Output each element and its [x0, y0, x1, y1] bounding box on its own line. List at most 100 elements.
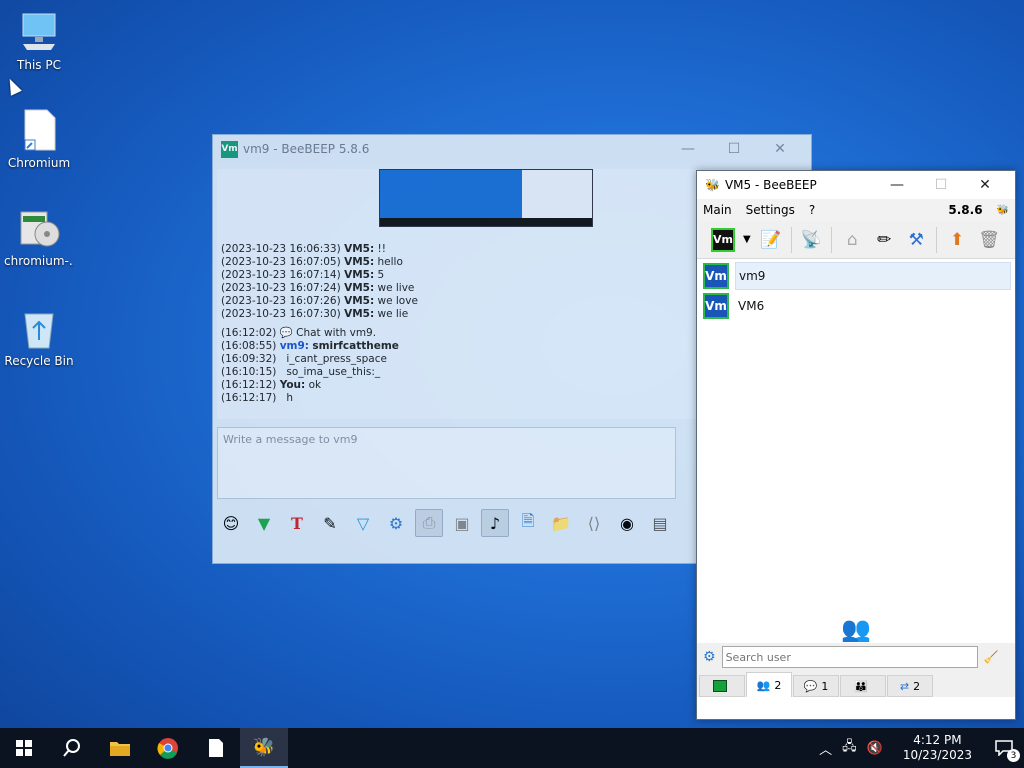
message-line: (16:12:17) h: [221, 392, 294, 404]
home-icon[interactable]: ⌂: [840, 226, 864, 254]
users-icon: 👥: [756, 678, 771, 692]
gem-icon[interactable]: ▼: [250, 509, 278, 537]
minimize-button[interactable]: —: [875, 177, 919, 193]
start-button[interactable]: [0, 728, 48, 768]
clock-date: 10/23/2023: [902, 748, 972, 762]
user-name: VM6: [738, 299, 765, 313]
menu-main[interactable]: Main: [703, 203, 732, 217]
user-item[interactable]: Vm vm9: [701, 261, 1013, 291]
screenshot-preview[interactable]: [379, 169, 593, 227]
message-line: (2023-10-23 16:07:05) VM5: hello: [221, 256, 403, 268]
clock[interactable]: 4:12 PM 10/23/2023: [903, 733, 972, 763]
file-transfer-icon: ⇄: [899, 679, 910, 693]
chat-bubble-icon: 💬: [279, 327, 293, 339]
message-line: (2023-10-23 16:07:14) VM5: 5: [221, 269, 385, 281]
settings-gear-icon[interactable]: ⚙: [703, 649, 716, 665]
chat-toolbar: 😊 ▼ T ✎ ▽ ⚙ ⎙ ▣ ♪ 🗎 📁 ⟨⟩ ◉ ▤: [217, 507, 674, 539]
user-item[interactable]: Vm VM6: [701, 291, 1013, 321]
volume-muted-icon[interactable]: 🔇: [867, 741, 883, 756]
user-list: Vm vm9 Vm VM6: [701, 261, 1013, 321]
desktop-icon-chromium[interactable]: Chromium: [4, 108, 74, 170]
broom-clear-icon[interactable]: 🧹: [984, 650, 999, 664]
chrome-icon[interactable]: [144, 728, 192, 768]
tools-icon[interactable]: ⚒: [904, 226, 928, 254]
recycle-bin-icon: [17, 306, 61, 350]
message-list: (2023-10-23 16:06:33) VM5: !! (2023-10-2…: [221, 243, 418, 405]
desktop-icon-label: Chromium: [7, 156, 71, 170]
history-icon[interactable]: ▣: [448, 509, 476, 537]
filter-icon[interactable]: ▽: [349, 509, 377, 537]
menu-settings[interactable]: Settings: [746, 203, 795, 217]
search-user-input[interactable]: [721, 646, 978, 668]
notification-icon[interactable]: 3: [992, 736, 1020, 762]
camera-icon[interactable]: ◉: [613, 509, 641, 537]
tab-users[interactable]: 👥 2: [746, 672, 792, 697]
main-window-titlebar[interactable]: 🐝 VM5 - BeeBEEP — ☐ ✕: [697, 171, 1015, 199]
color-brush-icon[interactable]: ✎: [316, 509, 344, 537]
chevron-down-icon[interactable]: ▼: [743, 234, 751, 245]
app-badge: Vm: [221, 140, 238, 158]
screenshot-icon[interactable]: ▤: [646, 509, 674, 537]
mouse-cursor: [4, 76, 22, 96]
settings-gear-icon[interactable]: ⚙: [382, 509, 410, 537]
minimize-button[interactable]: —: [665, 141, 711, 157]
message-line: (16:12:12) You: ok: [221, 379, 322, 391]
upload-icon[interactable]: ⬆: [945, 226, 969, 254]
close-button[interactable]: ✕: [757, 141, 803, 157]
message-input[interactable]: Write a message to vm9: [217, 427, 676, 499]
tab-bar: 👥 2 💬 1 👪 ⇄ 2: [697, 671, 1015, 697]
menu-bar: Main Settings ? 5.8.6 🐝: [697, 199, 1015, 221]
desktop-icon-label: This PC: [17, 58, 61, 72]
status-selector[interactable]: Vm: [711, 227, 735, 252]
maximize-button[interactable]: ☐: [919, 177, 963, 193]
bee-small-icon: 🐝: [996, 204, 1009, 216]
message-line: (2023-10-23 16:07:24) VM5: we live: [221, 282, 415, 294]
search-icon[interactable]: [48, 728, 96, 768]
main-window[interactable]: 🐝 VM5 - BeeBEEP — ☐ ✕ Main Settings ? 5.…: [696, 170, 1016, 720]
tab-files[interactable]: ⇄ 2: [887, 675, 933, 697]
edit-profile-icon[interactable]: 📝: [759, 226, 783, 254]
beebeep-taskbar-icon[interactable]: 🐝: [240, 728, 288, 768]
desktop-icon-chromium-installer[interactable]: chromium-...: [4, 206, 74, 268]
music-note-icon[interactable]: ♪: [481, 509, 509, 537]
emoticon-button[interactable]: 😊: [217, 509, 245, 537]
tab-groups[interactable]: 👪: [840, 675, 886, 697]
chat-window-titlebar[interactable]: Vm vm9 - BeeBEEP 5.8.6 — ☐ ✕: [213, 135, 811, 163]
desktop-icon-recycle-bin[interactable]: Recycle Bin: [4, 306, 74, 368]
system-tray: ︿ 🖧 🔇 4:12 PM 10/23/2023 3: [819, 733, 1024, 763]
notepad-file-icon[interactable]: [192, 728, 240, 768]
send-disabled-icon[interactable]: ⎙: [415, 509, 443, 537]
send-file-icon[interactable]: 🗎: [514, 509, 542, 537]
close-button[interactable]: ✕: [963, 177, 1007, 193]
avatar: Vm: [703, 293, 729, 319]
users-group-icon: 👥: [841, 615, 871, 643]
main-window-title: VM5 - BeeBEEP: [724, 178, 817, 192]
desktop-icon-label: chromium-...: [4, 254, 74, 268]
pencil-icon[interactable]: ✏: [872, 226, 896, 254]
message-line: (2023-10-23 16:06:33) VM5: !!: [221, 243, 386, 255]
group-icon: 👪: [854, 679, 868, 693]
windows-logo-icon: [16, 740, 32, 756]
tab-network[interactable]: [699, 675, 745, 697]
network-tray-icon[interactable]: 🖧: [842, 737, 857, 759]
chevron-up-icon[interactable]: ︿: [819, 739, 832, 758]
file-explorer-icon[interactable]: [96, 728, 144, 768]
maximize-button[interactable]: ☐: [711, 141, 757, 157]
chat-window-title: vm9 - BeeBEEP 5.8.6: [243, 142, 370, 156]
send-folder-icon[interactable]: 📁: [547, 509, 575, 537]
clock-time: 4:12 PM: [913, 733, 962, 747]
avatar: Vm: [703, 263, 729, 289]
broadcast-icon[interactable]: 📡: [800, 226, 824, 254]
code-icon[interactable]: ⟨⟩: [580, 509, 608, 537]
font-button[interactable]: T: [283, 509, 311, 537]
menu-help[interactable]: ?: [809, 203, 815, 217]
network-icon: [713, 680, 727, 692]
message-line: (16:10:15) so_ima_use_this:_: [221, 366, 381, 378]
user-name: vm9: [735, 262, 1011, 290]
desktop-icon-this-pc[interactable]: This PC: [4, 10, 74, 72]
message-line: (16:08:55) vm9: smirfcattheme: [221, 340, 399, 352]
bee-logo-icon: 🐝: [705, 178, 720, 192]
version-label: 5.8.6: [948, 203, 983, 217]
tab-chats[interactable]: 💬 1: [793, 675, 839, 697]
trash-icon[interactable]: 🗑: [977, 226, 1001, 254]
